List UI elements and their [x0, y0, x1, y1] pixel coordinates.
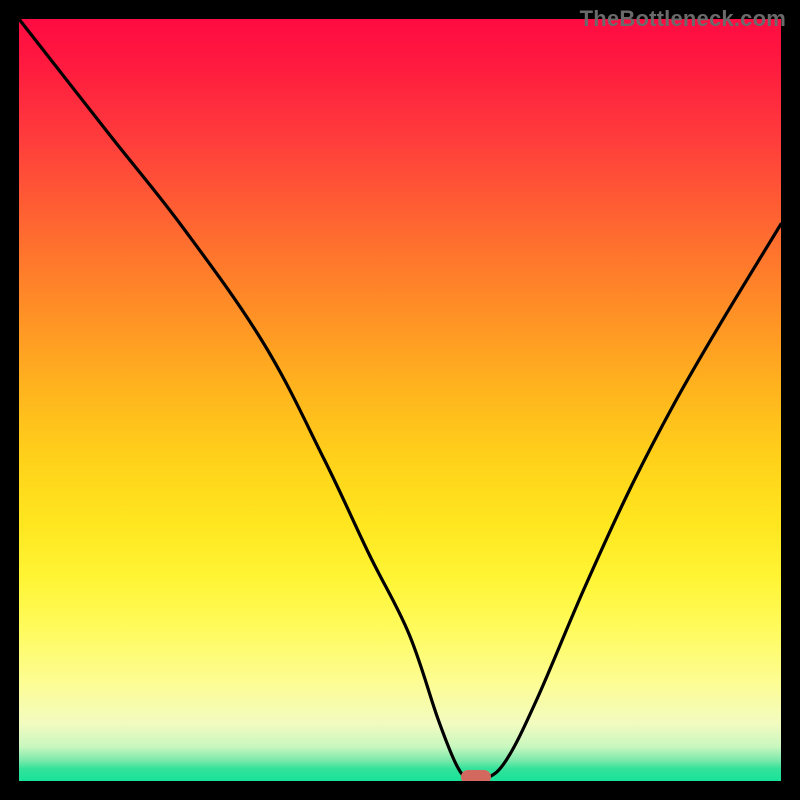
watermark-text: TheBottleneck.com [580, 6, 786, 32]
bottleneck-curve [19, 19, 781, 781]
optimum-marker [461, 770, 491, 781]
chart-frame: TheBottleneck.com [0, 0, 800, 800]
plot-area [19, 19, 781, 781]
